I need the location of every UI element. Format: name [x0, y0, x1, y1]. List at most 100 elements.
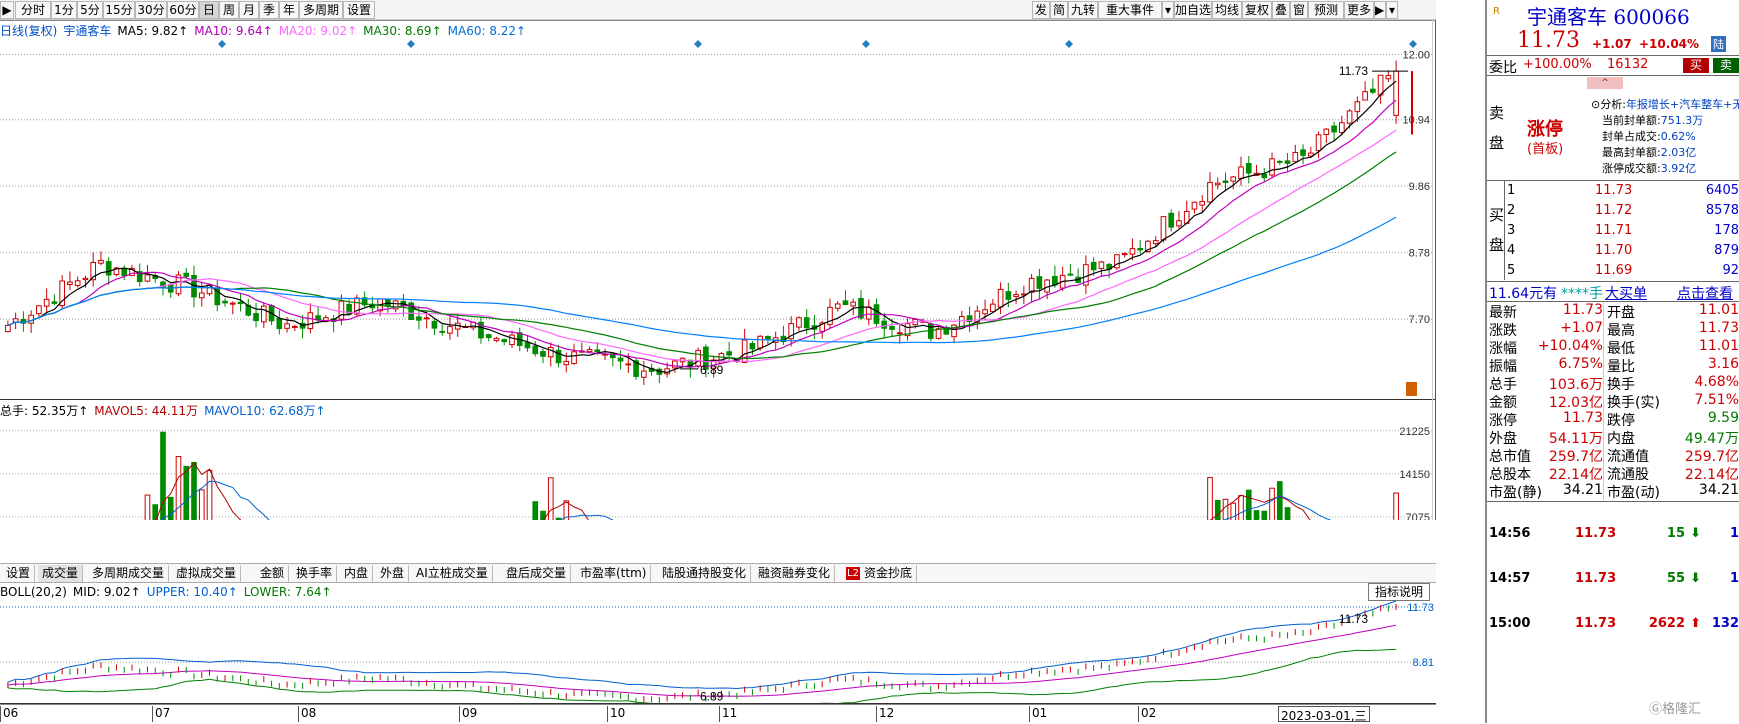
indicator-tabs: 设置 成交量 多周期成交量 虚拟成交量 金额 换手率 内盘 外盘 AI立桩成交量 盘后成交量 市盈率… — [0, 563, 1436, 583]
mavol5-legend: MAVOL5: 44.11万 — [94, 404, 199, 418]
analysis-label: 分析: — [1600, 98, 1626, 111]
stock-title[interactable]: 宇通客车 600066 — [1527, 1, 1690, 30]
stat-label: 内盘 — [1607, 431, 1635, 447]
candle — [586, 346, 593, 353]
candle — [1075, 268, 1081, 284]
tab-12[interactable]: 融资融券变化 — [754, 565, 836, 582]
candle — [780, 325, 787, 345]
boll-mid-line — [7, 624, 1397, 697]
price-change-pct: +10.04% — [1639, 37, 1700, 51]
candle — [245, 298, 252, 317]
stat-value: 11.73 — [1562, 410, 1603, 426]
candle — [98, 251, 104, 266]
candle — [1222, 172, 1229, 192]
sell-button[interactable]: 卖 — [1713, 58, 1739, 73]
tab-10[interactable]: 市盈率(ttm) — [576, 565, 652, 582]
big-order-ticker[interactable]: 11.64元有 ****手 大买单 点击查看 — [1487, 283, 1739, 303]
volume-bar — [1222, 498, 1229, 520]
buy-button[interactable]: 买 — [1683, 58, 1709, 73]
bid-row[interactable]: 5 11.69 92 — [1505, 261, 1739, 281]
bid-volume: 92 — [1722, 263, 1739, 278]
month-axis: 06 07 08 09 10 11 12 01 02 2023-03-01,三 — [0, 704, 1436, 723]
price-change: +1.07 — [1592, 37, 1632, 51]
event-marker-icon — [862, 40, 870, 48]
chart-area[interactable]: ▶ 分时 1分 5分 15分 30分 60分日周月季年多周期 设置发简九转 重大事件 ▾ 加自选均… — [0, 0, 1484, 723]
candle — [191, 265, 197, 308]
volume-bar — [1269, 487, 1275, 520]
stat-value: 34.21 — [1698, 482, 1739, 498]
tab-9[interactable]: 盘后成交量 — [502, 565, 572, 582]
limit-stat-row: 当前封单额:751.3万 — [1602, 112, 1703, 128]
tab-13[interactable]: 资金抄底 L2 — [844, 565, 918, 582]
bid-row[interactable]: 1 11.73 6405 — [1505, 181, 1739, 201]
bid-level: 2 — [1507, 203, 1516, 218]
volume-bar — [1238, 495, 1244, 520]
trade-row: 15:00 11.73 2622 ⬆ 132 — [1487, 616, 1739, 634]
candle — [1083, 255, 1089, 295]
tab-1[interactable]: 成交量 — [38, 565, 84, 582]
stat-value: 11.73 — [1562, 302, 1603, 318]
month-label: 01 — [1029, 706, 1047, 722]
candle — [827, 298, 833, 329]
tab-7[interactable]: 外盘 — [376, 565, 410, 582]
tab-8[interactable]: AI立桩成交量 — [412, 565, 493, 582]
stat-row: 市盈(静) 34.21 市盈(动) 34.21 — [1487, 482, 1739, 501]
ma10-line — [7, 99, 1397, 368]
tab-6[interactable]: 内盘 — [340, 565, 374, 582]
stat-value: 6.75% — [1558, 356, 1603, 372]
tab-0[interactable]: 设置 — [2, 565, 36, 582]
stat-value: 4.68% — [1694, 374, 1739, 390]
candle — [524, 335, 531, 352]
event-marker-icon — [694, 40, 702, 48]
weibi-label: 委比 — [1489, 60, 1517, 76]
price-chart-svg[interactable]: 12.00 10.94 9.86 8.78 7.70 11.73 6.89 21225 1415… — [0, 0, 1436, 520]
trade-time: 15:00 — [1489, 616, 1531, 631]
candle — [175, 271, 182, 297]
volume-bar — [1276, 481, 1283, 520]
weibi-row: 委比 +100.00% 16132 买 卖 — [1487, 57, 1739, 76]
volume-tick-label: 14150 — [1399, 469, 1430, 481]
candle — [1362, 81, 1368, 101]
stat-value: 103.6万 — [1548, 377, 1603, 393]
stat-row: 最新 11.73 开盘 11.01 — [1487, 302, 1739, 321]
candle — [1323, 128, 1330, 144]
tab-11[interactable]: 陆股通持股变化 — [658, 565, 752, 582]
candle — [1300, 144, 1306, 165]
bid-row[interactable]: 3 11.71 178 — [1505, 221, 1739, 241]
bid-row[interactable]: 4 11.70 879 — [1505, 241, 1739, 261]
limit-stat-label: 当前封单额: — [1602, 114, 1661, 127]
bid-level: 5 — [1507, 263, 1516, 278]
stat-label: 外盘 — [1489, 431, 1517, 447]
candle — [1114, 254, 1120, 271]
trade-count: 1 — [1729, 526, 1739, 541]
trade-time: 14:57 — [1489, 571, 1531, 586]
stat-label: 最新 — [1489, 305, 1517, 321]
mavol5-line — [155, 462, 1311, 520]
tab-3[interactable]: 虚拟成交量 — [172, 565, 242, 582]
stock-code: 600066 — [1613, 5, 1690, 29]
bid-price: 11.71 — [1595, 223, 1633, 238]
ticker-type: 大买单 — [1605, 286, 1647, 302]
bid-row[interactable]: 2 11.72 8578 — [1505, 201, 1739, 221]
candle — [43, 288, 50, 314]
tab-5[interactable]: 换手率 — [292, 565, 338, 582]
volume-bar — [1207, 477, 1213, 520]
candle — [1199, 195, 1206, 213]
candle — [478, 316, 484, 344]
view-detail-link[interactable]: 点击查看 — [1677, 283, 1733, 303]
lock-icon — [1406, 382, 1417, 396]
ticker-price: 11.64元有 — [1489, 286, 1558, 302]
candle — [253, 302, 259, 328]
analysis-line[interactable]: ⊙分析:年报增长+汽车整车+无人 — [1591, 96, 1739, 112]
stat-value: +1.07 — [1560, 320, 1603, 336]
candle — [547, 342, 554, 367]
volume-tick-label: 21225 — [1399, 426, 1430, 438]
boll-chart-svg[interactable]: 11.73 8.81 11.73 6.89 — [0, 584, 1436, 704]
tab-2[interactable]: 多周期成交量 — [88, 565, 170, 582]
trade-row: 14:57 11.73 55 ⬇ 1 — [1487, 571, 1739, 589]
stat-row: 涨停 11.73 跌停 9.59 — [1487, 410, 1739, 429]
volume-bar — [1245, 489, 1252, 520]
tab-4[interactable]: 金额 — [256, 565, 290, 582]
collapse-icon[interactable]: ^ — [1587, 77, 1623, 89]
l2-badge-icon: L2 — [846, 567, 860, 580]
